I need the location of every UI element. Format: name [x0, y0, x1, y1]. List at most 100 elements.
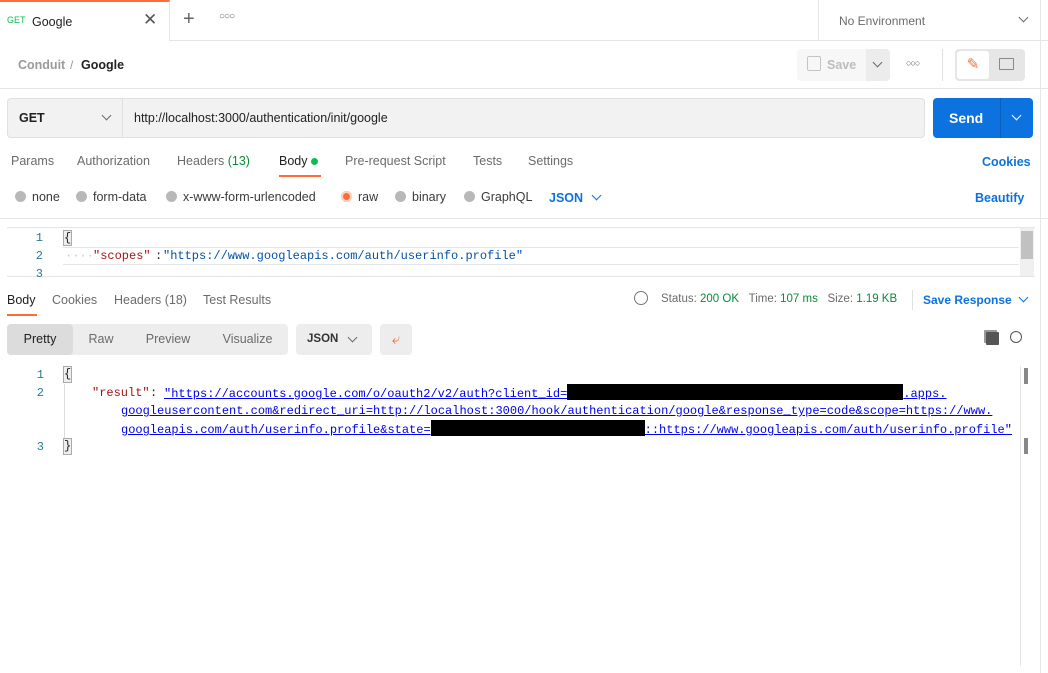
radio-none[interactable]: none [15, 190, 60, 204]
brace: { [63, 230, 73, 246]
response-format-select[interactable]: JSON [296, 324, 372, 355]
tab-params[interactable]: Params [11, 154, 54, 168]
request-tab[interactable]: GET Google ✕ [0, 0, 170, 41]
line-number: 3 [35, 267, 43, 281]
breadcrumb-separator: / [70, 58, 74, 72]
response-tab-headers[interactable]: Headers (18) [114, 293, 187, 307]
response-body[interactable]: 1 2 3 { "result" : "https://accounts.goo… [0, 366, 1048, 673]
radio-raw[interactable]: raw [341, 190, 378, 204]
indent-dots: ···· [65, 249, 94, 263]
response-tab-body[interactable]: Body [7, 293, 36, 307]
divider [0, 218, 1048, 219]
status-label: Status: [661, 293, 697, 305]
line-number: 1 [35, 231, 43, 245]
scrollbar-track[interactable] [1020, 366, 1021, 666]
radio-none-label: none [32, 190, 60, 204]
send-button[interactable]: Send [933, 98, 1033, 138]
radio-urlencoded-label: x-www-form-urlencoded [183, 190, 316, 204]
url-input[interactable]: http://localhost:3000/authentication/ini… [134, 111, 388, 125]
scrollbar[interactable] [1020, 228, 1034, 276]
edit-pencil-icon[interactable]: ✎ [957, 51, 989, 79]
method-label: GET [19, 111, 45, 125]
breadcrumb-request: Google [81, 58, 125, 72]
brace: } [63, 438, 73, 455]
json-key: "result" [92, 386, 150, 400]
method-select[interactable]: GET [8, 99, 123, 137]
new-tab-plus-icon[interactable]: + [183, 8, 195, 31]
indent-guide [64, 384, 65, 438]
line-number: 3 [36, 440, 44, 454]
scrollbar-thumb[interactable] [1024, 368, 1028, 384]
body-format-select[interactable]: JSON [549, 190, 601, 205]
tab-headers-label: Headers [177, 154, 225, 168]
radio-icon [166, 191, 177, 202]
radio-urlencoded[interactable]: x-www-form-urlencoded [166, 190, 316, 204]
line-number: 1 [36, 368, 44, 382]
result-url-line-3[interactable]: googleapis.com/auth/userinfo.profile&sta… [121, 420, 1012, 439]
radio-form-data-label: form-data [93, 190, 147, 204]
url-bar: GET http://localhost:3000/authentication… [7, 98, 925, 138]
comments-icon[interactable] [999, 58, 1014, 70]
save-response-button[interactable]: Save Response [923, 292, 1029, 307]
request-body-editor[interactable]: 1 2 3 { ···· "scopes" : "https://www.goo… [7, 227, 1035, 281]
time-value: 107 ms [780, 293, 818, 305]
response-format-label: JSON [307, 333, 339, 345]
globe-icon[interactable] [634, 291, 648, 305]
save-label: Save [827, 58, 857, 72]
result-link[interactable]: .apps. [903, 387, 946, 401]
status-readout: Status: 200 OK Time: 107 ms Size: 1.19 K… [661, 293, 897, 305]
result-url-line-1[interactable]: "https://accounts.google.com/o/oauth2/v2… [164, 384, 946, 403]
json-key: "scopes" [93, 249, 151, 263]
more-actions-icon[interactable]: ○○○ [906, 58, 920, 68]
tab-pre-request-script[interactable]: Pre-request Script [345, 154, 446, 168]
divider [912, 290, 913, 310]
result-url-line-2[interactable]: googleusercontent.com&redirect_uri=http:… [121, 402, 992, 420]
view-preview-button[interactable]: Preview [129, 324, 207, 355]
beautify-button[interactable]: Beautify [975, 191, 1024, 205]
view-raw-button[interactable]: Raw [73, 324, 129, 355]
more-tabs-icon[interactable]: ○○○ [219, 11, 235, 22]
save-options-button[interactable] [866, 49, 890, 81]
result-link[interactable]: "https://accounts.google.com/o/oauth2/v2… [164, 387, 567, 401]
tab-method: GET [7, 15, 26, 25]
time-label: Time: [748, 293, 777, 305]
radio-binary-label: binary [412, 190, 447, 204]
radio-binary[interactable]: binary [395, 190, 446, 204]
view-pretty-button[interactable]: Pretty [7, 324, 73, 355]
request-header [0, 41, 1048, 89]
chevron-down-icon [347, 332, 358, 343]
save-button[interactable]: Save [797, 49, 866, 81]
radio-form-data[interactable]: form-data [76, 190, 147, 204]
divider [942, 49, 943, 81]
chevron-down-icon [1018, 292, 1029, 303]
tab-authorization[interactable]: Authorization [77, 154, 150, 168]
radio-icon [76, 191, 87, 202]
redacted-block [567, 384, 904, 400]
view-visualize-button[interactable]: Visualize [207, 324, 288, 355]
close-icon[interactable]: ✕ [143, 10, 157, 30]
radio-graphql[interactable]: GraphQL [464, 190, 532, 204]
result-link[interactable]: googleapis.com/auth/userinfo.profile&sta… [121, 423, 431, 437]
radio-graphql-label: GraphQL [481, 190, 533, 204]
send-options-chevron-icon[interactable] [1011, 110, 1022, 121]
copy-icon[interactable] [986, 332, 999, 345]
redacted-block [430, 420, 645, 436]
tab-headers[interactable]: Headers (13) [177, 154, 250, 168]
tab-settings[interactable]: Settings [528, 154, 573, 168]
result-link[interactable]: ::https://www.googleapis.com/auth/userin… [645, 423, 1012, 437]
response-tab-test-results[interactable]: Test Results [203, 293, 271, 307]
cookies-link[interactable]: Cookies [982, 155, 1031, 169]
response-tab-cookies[interactable]: Cookies [52, 293, 97, 307]
scrollbar-marker [1024, 438, 1028, 454]
breadcrumb-collection[interactable]: Conduit [18, 58, 65, 72]
result-link[interactable]: googleusercontent.com&redirect_uri=http:… [121, 404, 992, 418]
chevron-down-icon [101, 110, 112, 121]
wrap-lines-icon[interactable]: ⤶ [380, 324, 412, 355]
active-tab-indicator [279, 175, 321, 177]
size-label: Size: [827, 293, 854, 305]
tab-body[interactable]: Body [279, 154, 318, 168]
radio-raw-label: raw [358, 190, 379, 204]
environment-select[interactable]: No Environment [818, 0, 1048, 41]
search-icon[interactable] [1010, 331, 1022, 343]
tab-tests[interactable]: Tests [473, 154, 502, 168]
